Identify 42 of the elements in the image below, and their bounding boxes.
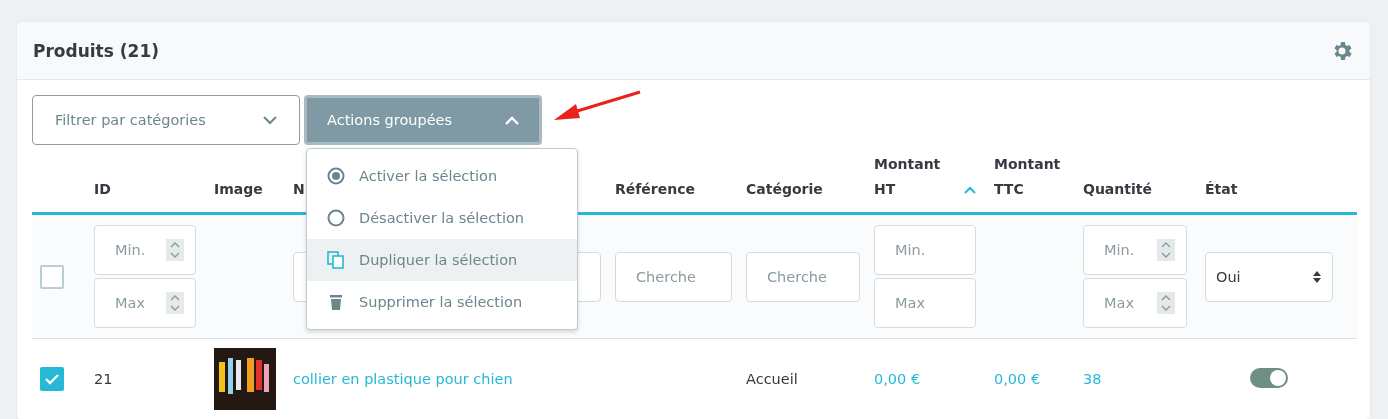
column-header[interactable]: Montant TTC <box>994 152 1061 202</box>
filter-field[interactable]: Min. <box>94 225 196 275</box>
spinner-icon[interactable] <box>1157 239 1175 261</box>
menu-item[interactable]: Supprimer la sélection <box>307 281 577 323</box>
column-header[interactable]: N <box>293 177 305 202</box>
column-header[interactable]: Montant HT <box>874 152 941 202</box>
status-select[interactable]: Oui <box>1205 251 1333 302</box>
column-header[interactable]: Quantité <box>1083 177 1152 202</box>
filter-field[interactable]: Min. <box>874 225 976 275</box>
table-cell: Accueil <box>746 371 798 387</box>
chevron-up-icon <box>505 115 519 125</box>
filter-field[interactable]: Max <box>1083 278 1187 328</box>
checkbox[interactable] <box>40 367 64 391</box>
category-filter-dropdown[interactable]: Filtrer par catégories <box>32 95 300 145</box>
table-cell: 21 <box>94 371 113 387</box>
photo-placeholder <box>214 348 276 410</box>
sort-ascending-icon[interactable] <box>964 186 977 194</box>
column-header[interactable]: Catégorie <box>746 177 823 202</box>
spinner-icon[interactable] <box>166 292 184 314</box>
filter-field[interactable]: Cherche <box>746 251 860 302</box>
filter-field[interactable]: Min. <box>1083 225 1187 275</box>
chevron-down-icon <box>263 115 277 125</box>
menu-item[interactable]: Activer la sélection <box>307 155 577 197</box>
spinner-icon[interactable] <box>166 239 184 261</box>
checkmark-icon <box>44 373 60 385</box>
column-header[interactable]: Image <box>214 177 263 202</box>
column-header[interactable]: Référence <box>615 177 696 202</box>
column-header[interactable]: État <box>1205 177 1238 202</box>
radio-icon <box>327 209 345 227</box>
spinner-icon[interactable] <box>1157 292 1175 314</box>
copy-icon <box>327 251 345 269</box>
trash-icon <box>327 293 345 311</box>
column-header[interactable]: ID <box>94 177 111 202</box>
filter-field[interactable]: Max <box>94 278 196 328</box>
filter-field[interactable]: Cherche <box>615 251 732 302</box>
toggle-switch[interactable] <box>1250 367 1288 388</box>
menu-item[interactable]: Désactiver la sélection <box>307 197 577 239</box>
filter-field[interactable]: Max <box>874 278 976 328</box>
checkbox[interactable] <box>40 264 64 289</box>
radio-selected-icon <box>327 167 345 185</box>
sort-arrows-icon <box>1312 269 1322 284</box>
panel-title: Produits (21) <box>33 40 159 61</box>
